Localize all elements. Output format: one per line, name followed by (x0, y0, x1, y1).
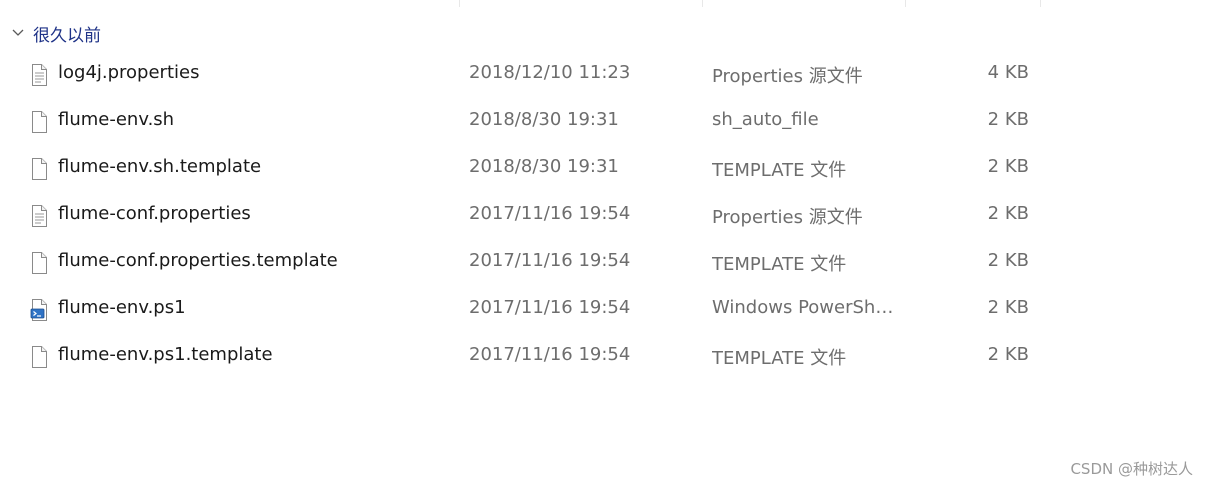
group-header[interactable]: 很久以前 (10, 20, 101, 46)
file-type: TEMPLATE 文件 (712, 160, 847, 181)
file-row[interactable]: flume-env.ps1.template 2017/11/16 19:54 … (0, 333, 1060, 380)
column-divider[interactable] (702, 0, 703, 7)
file-list: log4j.properties 2018/12/10 11:23 Proper… (0, 51, 1060, 380)
file-size: 2 KB (987, 203, 1029, 224)
file-date: 2017/11/16 19:54 (469, 297, 631, 318)
blank-file-icon (32, 158, 47, 180)
file-name[interactable]: flume-env.ps1 (58, 297, 186, 318)
blank-file-icon (32, 346, 47, 368)
file-row[interactable]: flume-env.ps1 2017/11/16 19:54 Windows P… (0, 286, 1060, 333)
file-name[interactable]: flume-env.sh (58, 109, 174, 130)
chevron-down-icon[interactable] (10, 25, 26, 41)
file-type: Properties 源文件 (712, 207, 863, 228)
file-row[interactable]: flume-env.sh.template 2018/8/30 19:31 TE… (0, 145, 1060, 192)
file-type: TEMPLATE 文件 (712, 254, 847, 275)
file-row[interactable]: log4j.properties 2018/12/10 11:23 Proper… (0, 51, 1060, 98)
file-size: 2 KB (987, 344, 1029, 365)
file-name[interactable]: flume-conf.properties (58, 203, 251, 224)
text-document-icon (32, 64, 47, 86)
file-size: 2 KB (987, 156, 1029, 177)
file-type: Windows PowerShe... (712, 297, 897, 318)
file-type: sh_auto_file (712, 109, 819, 130)
file-row[interactable]: flume-conf.properties.template 2017/11/1… (0, 239, 1060, 286)
file-date: 2017/11/16 19:54 (469, 203, 631, 224)
file-name[interactable]: flume-conf.properties.template (58, 250, 338, 271)
file-name[interactable]: flume-env.ps1.template (58, 344, 273, 365)
file-date: 2018/8/30 19:31 (469, 109, 619, 130)
file-row[interactable]: flume-env.sh 2018/8/30 19:31 sh_auto_fil… (0, 98, 1060, 145)
column-divider[interactable] (905, 0, 906, 7)
powershell-script-icon (30, 299, 47, 321)
file-type: Properties 源文件 (712, 66, 863, 87)
file-row[interactable]: flume-conf.properties 2017/11/16 19:54 P… (0, 192, 1060, 239)
file-date: 2018/12/10 11:23 (469, 62, 631, 83)
watermark: CSDN @种树达人 (1070, 460, 1193, 478)
file-name[interactable]: log4j.properties (58, 62, 199, 83)
blank-file-icon (32, 111, 47, 133)
group-label: 很久以前 (33, 25, 101, 46)
file-date: 2017/11/16 19:54 (469, 344, 631, 365)
blank-file-icon (32, 252, 47, 274)
file-size: 2 KB (987, 250, 1029, 271)
file-size: 4 KB (987, 62, 1029, 83)
file-date: 2017/11/16 19:54 (469, 250, 631, 271)
column-divider[interactable] (459, 0, 460, 7)
file-name[interactable]: flume-env.sh.template (58, 156, 261, 177)
file-size: 2 KB (987, 109, 1029, 130)
file-date: 2018/8/30 19:31 (469, 156, 619, 177)
file-explorer-view: 很久以前 log4j.properties 2018/12/10 11:23 P… (0, 0, 1209, 489)
column-divider[interactable] (1040, 0, 1041, 7)
file-size: 2 KB (987, 297, 1029, 318)
text-document-icon (32, 205, 47, 227)
file-type: TEMPLATE 文件 (712, 348, 847, 369)
